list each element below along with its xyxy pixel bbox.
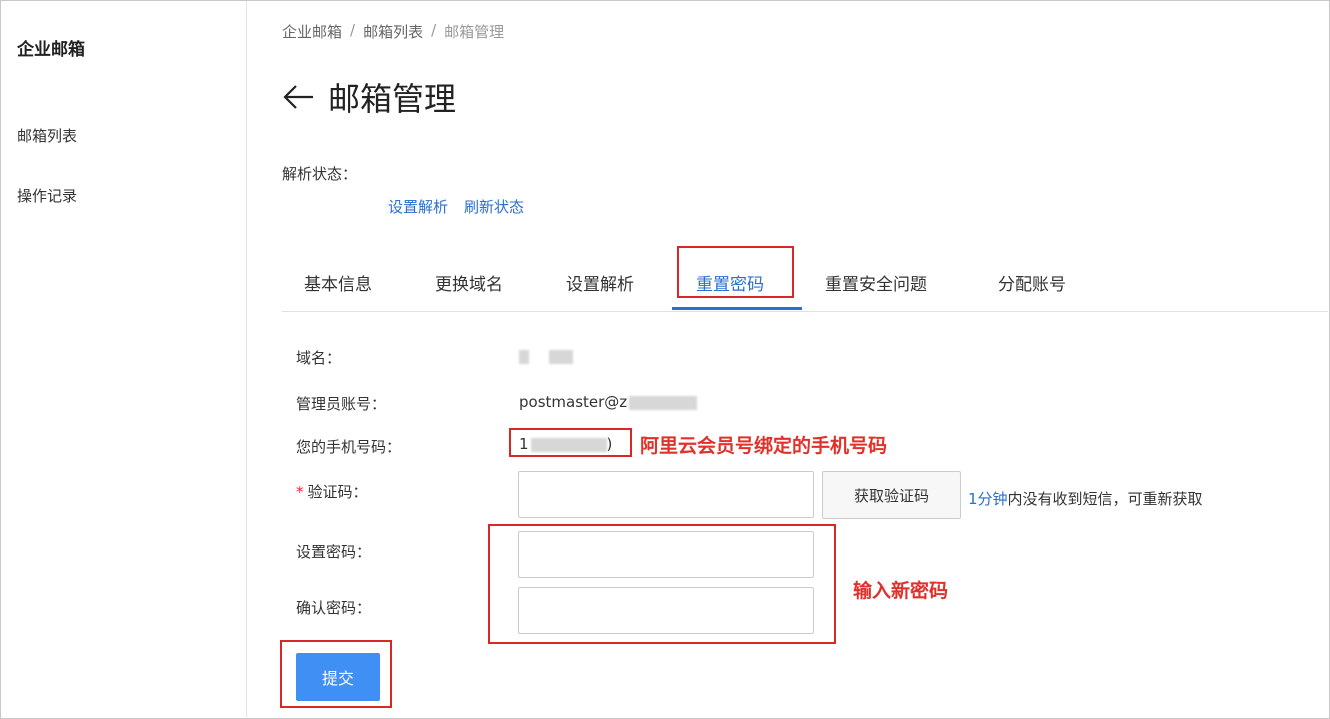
tab-change-domain[interactable]: 更换域名 (435, 270, 503, 295)
back-arrow-icon[interactable] (282, 80, 316, 114)
annotation-box-phone (509, 428, 632, 457)
breadcrumb-separator: / (350, 21, 356, 39)
phone-label: 您的手机号码： (296, 438, 402, 456)
tab-setup-dns[interactable]: 设置解析 (566, 270, 634, 295)
sms-hint-time: 1分钟 (968, 490, 1008, 508)
breadcrumb: 企业邮箱 / 邮箱列表 / 邮箱管理 (282, 21, 504, 42)
admin-account-label: 管理员账号： (296, 395, 387, 413)
password-label: 设置密码： (296, 543, 372, 561)
page-title: 邮箱管理 (328, 80, 457, 118)
annotation-password-note: 输入新密码 (853, 580, 949, 602)
page-header: 邮箱管理 (282, 74, 456, 120)
annotation-box-password (488, 524, 836, 644)
get-code-button[interactable]: 获取验证码 (822, 471, 961, 519)
tab-bar: 基本信息 更换域名 设置解析 重置密码 重置安全问题 分配账号 (282, 262, 1328, 312)
breadcrumb-item-enterprise-mail[interactable]: 企业邮箱 (282, 21, 342, 42)
setup-dns-link[interactable]: 设置解析 (388, 196, 448, 217)
tab-basic-info[interactable]: 基本信息 (304, 270, 372, 295)
domain-value-redacted (519, 347, 573, 365)
annotation-box-reset-tab (677, 246, 794, 298)
refresh-status-link[interactable]: 刷新状态 (464, 196, 524, 217)
annotation-box-submit (280, 640, 392, 708)
domain-label: 域名： (296, 349, 342, 367)
tab-assign-account[interactable]: 分配账号 (998, 270, 1066, 295)
sidebar-item-mailbox-list[interactable]: 邮箱列表 (17, 125, 77, 146)
verification-code-input[interactable] (518, 471, 814, 518)
dns-status-label: 解析状态： (282, 165, 358, 183)
breadcrumb-item-current: 邮箱管理 (444, 23, 505, 41)
confirm-password-label: 确认密码： (296, 599, 372, 617)
breadcrumb-separator: / (431, 21, 437, 39)
required-asterisk: * (296, 483, 304, 501)
tab-reset-security-question[interactable]: 重置安全问题 (825, 270, 927, 295)
sidebar-brand: 企业邮箱 (17, 40, 85, 60)
sidebar: 企业邮箱 邮箱列表 操作记录 (1, 1, 247, 717)
verification-code-label: * 验证码： (296, 483, 368, 501)
breadcrumb-item-mailbox-list[interactable]: 邮箱列表 (363, 21, 423, 42)
dns-status-links: 设置解析 刷新状态 (388, 196, 524, 217)
annotation-phone-note: 阿里云会员号绑定的手机号码 (640, 435, 888, 457)
active-tab-indicator (672, 307, 802, 310)
admin-account-value: postmaster@z (519, 393, 698, 411)
sms-hint: 1分钟内没有收到短信，可重新获取 (968, 490, 1203, 508)
sidebar-item-operation-log[interactable]: 操作记录 (17, 185, 77, 206)
